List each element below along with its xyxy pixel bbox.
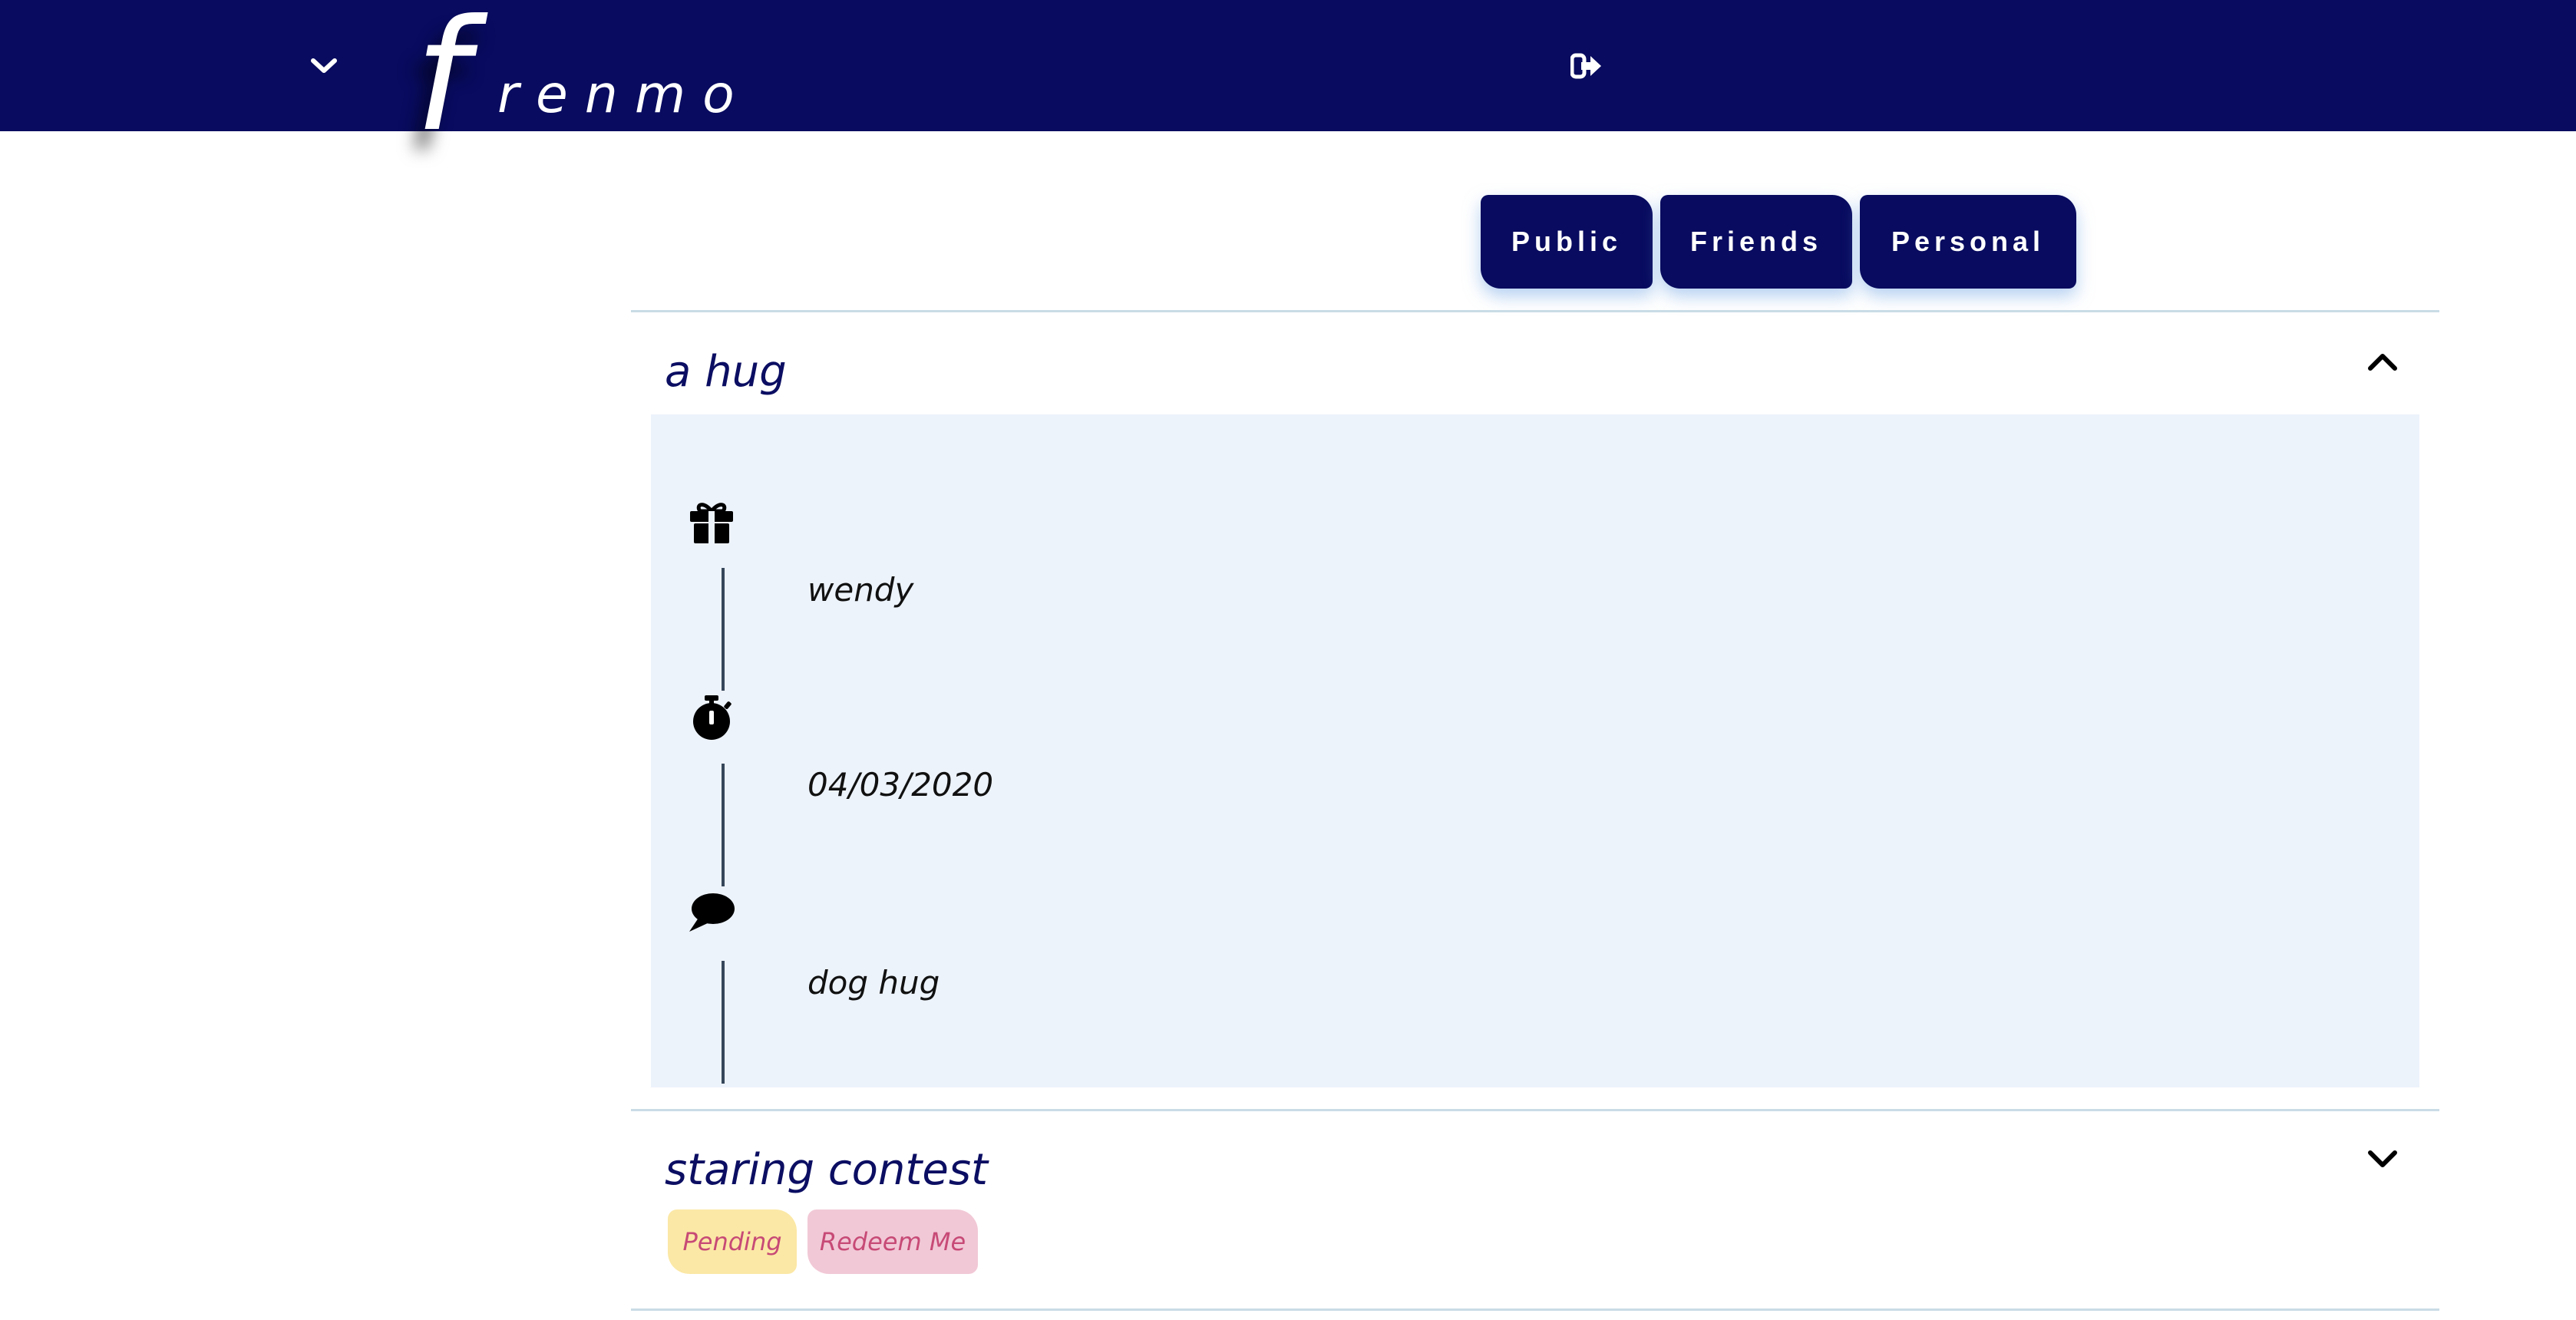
divider xyxy=(631,310,2439,312)
status-badge-pending: Pending xyxy=(668,1209,797,1274)
item-title[interactable]: staring contest xyxy=(665,1145,988,1195)
logo-text: renmo xyxy=(497,64,751,125)
item-title[interactable]: a hug xyxy=(665,347,787,397)
page: f renmo Public Friends Personal a hug we… xyxy=(0,0,2576,1320)
frenmo-logo[interactable]: f renmo xyxy=(414,0,775,169)
top-nav-bar: f renmo xyxy=(0,0,2576,153)
detail-connector-line xyxy=(722,568,725,691)
collapse-button[interactable] xyxy=(2366,348,2399,375)
filter-tabs: Public Friends Personal xyxy=(1481,195,2076,289)
chevron-down-icon xyxy=(2368,1150,2397,1167)
date-value: 04/03/2020 xyxy=(807,766,994,804)
chevron-up-icon xyxy=(2368,354,2397,371)
tab-public[interactable]: Public xyxy=(1481,195,1653,289)
expand-button[interactable] xyxy=(2366,1147,2399,1173)
detail-connector-line xyxy=(722,961,725,1084)
sign-out-icon xyxy=(1570,53,1601,79)
detail-connector-line xyxy=(722,764,725,886)
comment-icon xyxy=(688,889,735,936)
redeem-me-badge[interactable]: Redeem Me xyxy=(807,1209,978,1274)
logo-initial: f xyxy=(414,0,469,166)
tab-friends[interactable]: Friends xyxy=(1660,195,1852,289)
item-details-panel: wendy 04/03/2020 dog hug xyxy=(651,414,2419,1087)
divider xyxy=(631,1308,2439,1311)
recipient-value: wendy xyxy=(807,571,914,609)
gift-icon xyxy=(688,499,735,546)
chevron-down-icon xyxy=(311,58,337,73)
menu-toggle-button[interactable] xyxy=(305,51,342,81)
stopwatch-icon xyxy=(688,694,735,741)
tab-personal[interactable]: Personal xyxy=(1860,195,2076,289)
divider xyxy=(631,1109,2439,1111)
logout-button[interactable] xyxy=(1569,51,1604,81)
description-value: dog hug xyxy=(807,964,940,1002)
